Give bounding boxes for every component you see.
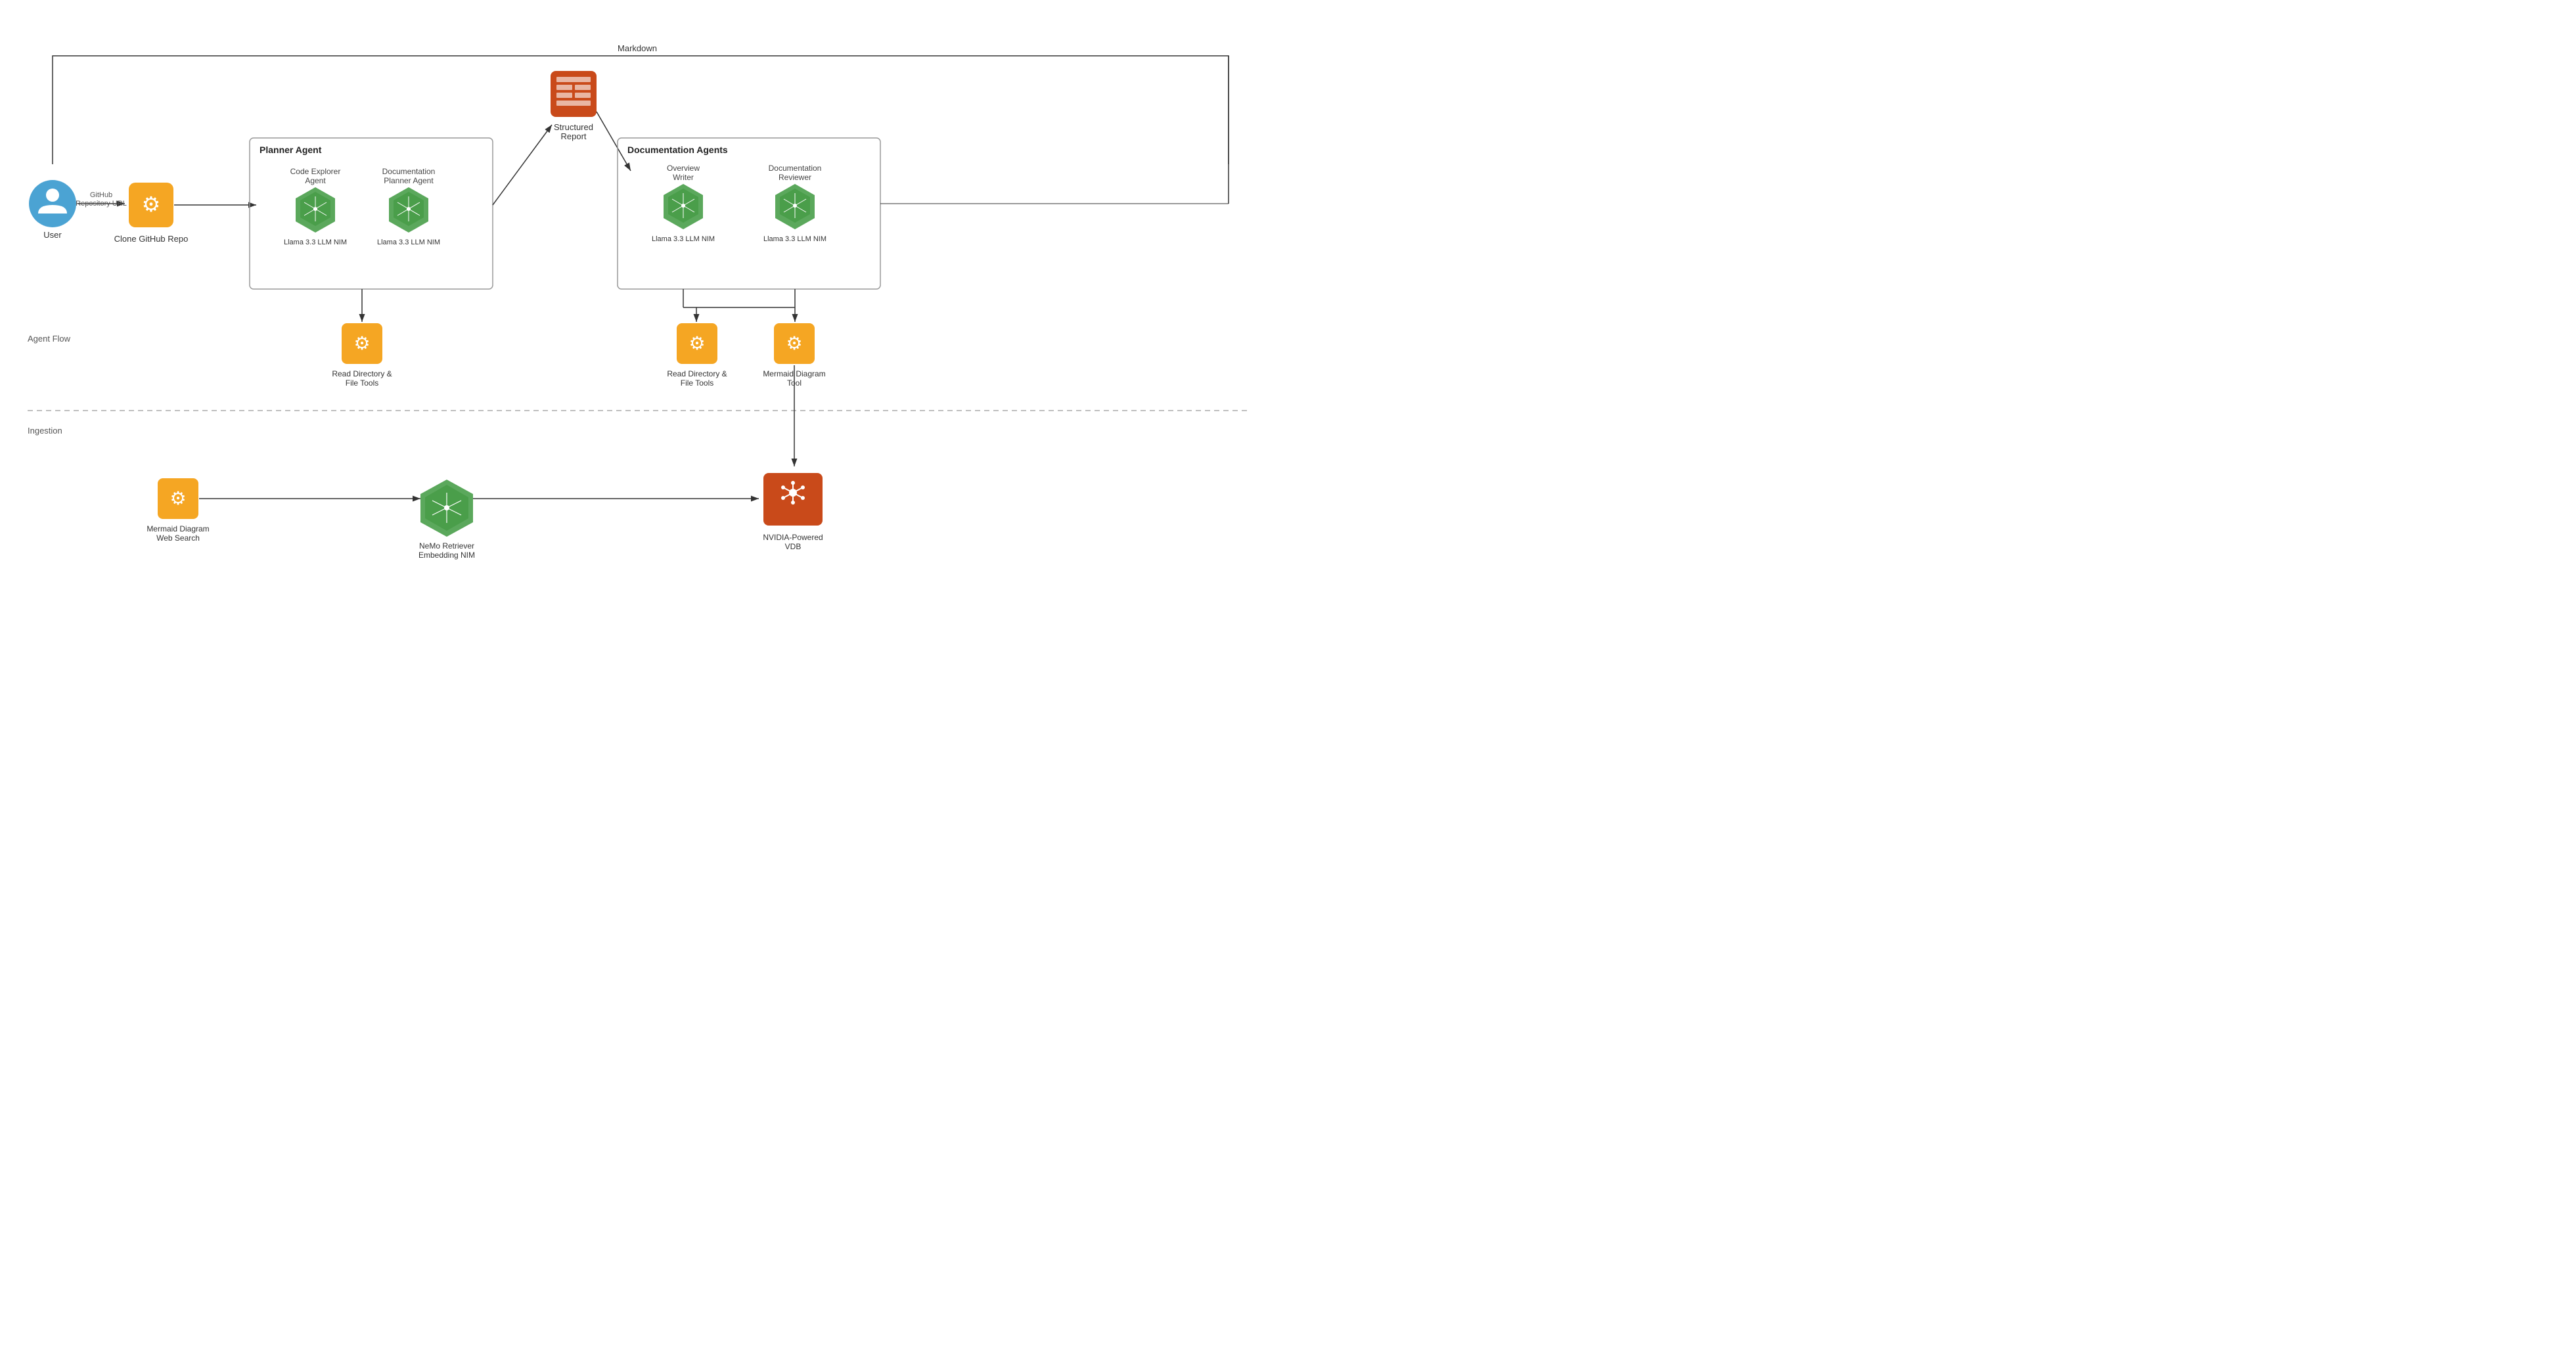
ingestion-label: Ingestion — [28, 426, 62, 436]
llm-nim-4-label: Llama 3.3 LLM NIM — [763, 235, 826, 243]
sr-row1 — [556, 77, 591, 82]
read-dir-file2-label2: File Tools — [681, 378, 713, 388]
doc-reviewer-label2: Reviewer — [779, 173, 811, 182]
overview-writer-label: Overview — [667, 164, 700, 173]
doc-planner-label2: Planner Agent — [384, 176, 434, 185]
nvidia-vdb-dot2 — [791, 501, 795, 505]
github-repo-url-label: GitHub — [90, 191, 112, 199]
sr-row2a — [556, 85, 572, 90]
read-dir-file2-label: Read Directory & — [667, 369, 727, 378]
read-dir-file1-label2: File Tools — [346, 378, 378, 388]
markdown-label: Markdown — [618, 43, 657, 53]
llm-nim-2-label: Llama 3.3 LLM NIM — [377, 238, 440, 246]
sr-row4 — [556, 101, 591, 106]
nvidia-vdb-dot6 — [781, 496, 785, 500]
agent-flow-label: Agent Flow — [28, 334, 71, 344]
nemo-retriever-label2: Embedding NIM — [418, 551, 475, 560]
sr-row3b — [575, 93, 591, 98]
nvidia-vdb-dot3 — [781, 485, 785, 489]
mermaid-web-search-label: Mermaid Diagram — [147, 524, 209, 533]
mermaid-web-search-gear-icon: ⚙ — [169, 488, 186, 508]
nvidia-vdb-dot5 — [801, 485, 805, 489]
doc-reviewer-label: Documentation — [769, 164, 822, 173]
doc-agents-title: Documentation Agents — [627, 145, 728, 155]
code-explorer-label: Code Explorer — [290, 167, 341, 176]
doc-agents-box — [618, 138, 880, 289]
clone-github-gear-icon: ⚙ — [142, 192, 161, 216]
planner-agent-title: Planner Agent — [260, 145, 322, 155]
user-head — [46, 189, 59, 202]
read-dir-file2-gear-icon: ⚙ — [689, 333, 705, 353]
code-explorer-label2: Agent — [305, 176, 326, 185]
nvidia-vdb-label2: VDB — [785, 542, 802, 551]
diagram-container: Agent Flow Ingestion Markdown User GitHu… — [0, 0, 1288, 675]
nvidia-vdb-label: NVIDIA-Powered — [763, 533, 823, 542]
doc-planner-label: Documentation — [382, 167, 436, 176]
read-dir-file1-gear-icon: ⚙ — [353, 333, 370, 353]
github-repo-url-label2: Repository URL — [76, 200, 127, 208]
sr-row3a — [556, 93, 572, 98]
llm-nim-3-label: Llama 3.3 LLM NIM — [652, 235, 715, 243]
sr-row2b — [575, 85, 591, 90]
read-dir-file1-label: Read Directory & — [332, 369, 392, 378]
structured-report-label2: Report — [560, 131, 586, 141]
arrow-report-docagents — [597, 112, 631, 171]
nvidia-vdb-dot1 — [791, 481, 795, 485]
overview-writer-label2: Writer — [673, 173, 694, 182]
mermaid-diagram-tool-gear-icon: ⚙ — [786, 333, 802, 353]
clone-github-label: Clone GitHub Repo — [114, 234, 189, 244]
nemo-retriever-label: NeMo Retriever — [419, 541, 474, 551]
arrow-planner-report — [493, 125, 552, 205]
user-label: User — [43, 230, 62, 240]
nvidia-vdb-dot4 — [801, 496, 805, 500]
mermaid-web-search-label2: Web Search — [156, 533, 200, 543]
structured-report-label: Structured — [554, 122, 593, 132]
user-icon — [29, 180, 76, 227]
llm-nim-1-label: Llama 3.3 LLM NIM — [284, 238, 347, 246]
planner-agent-box — [250, 138, 493, 289]
